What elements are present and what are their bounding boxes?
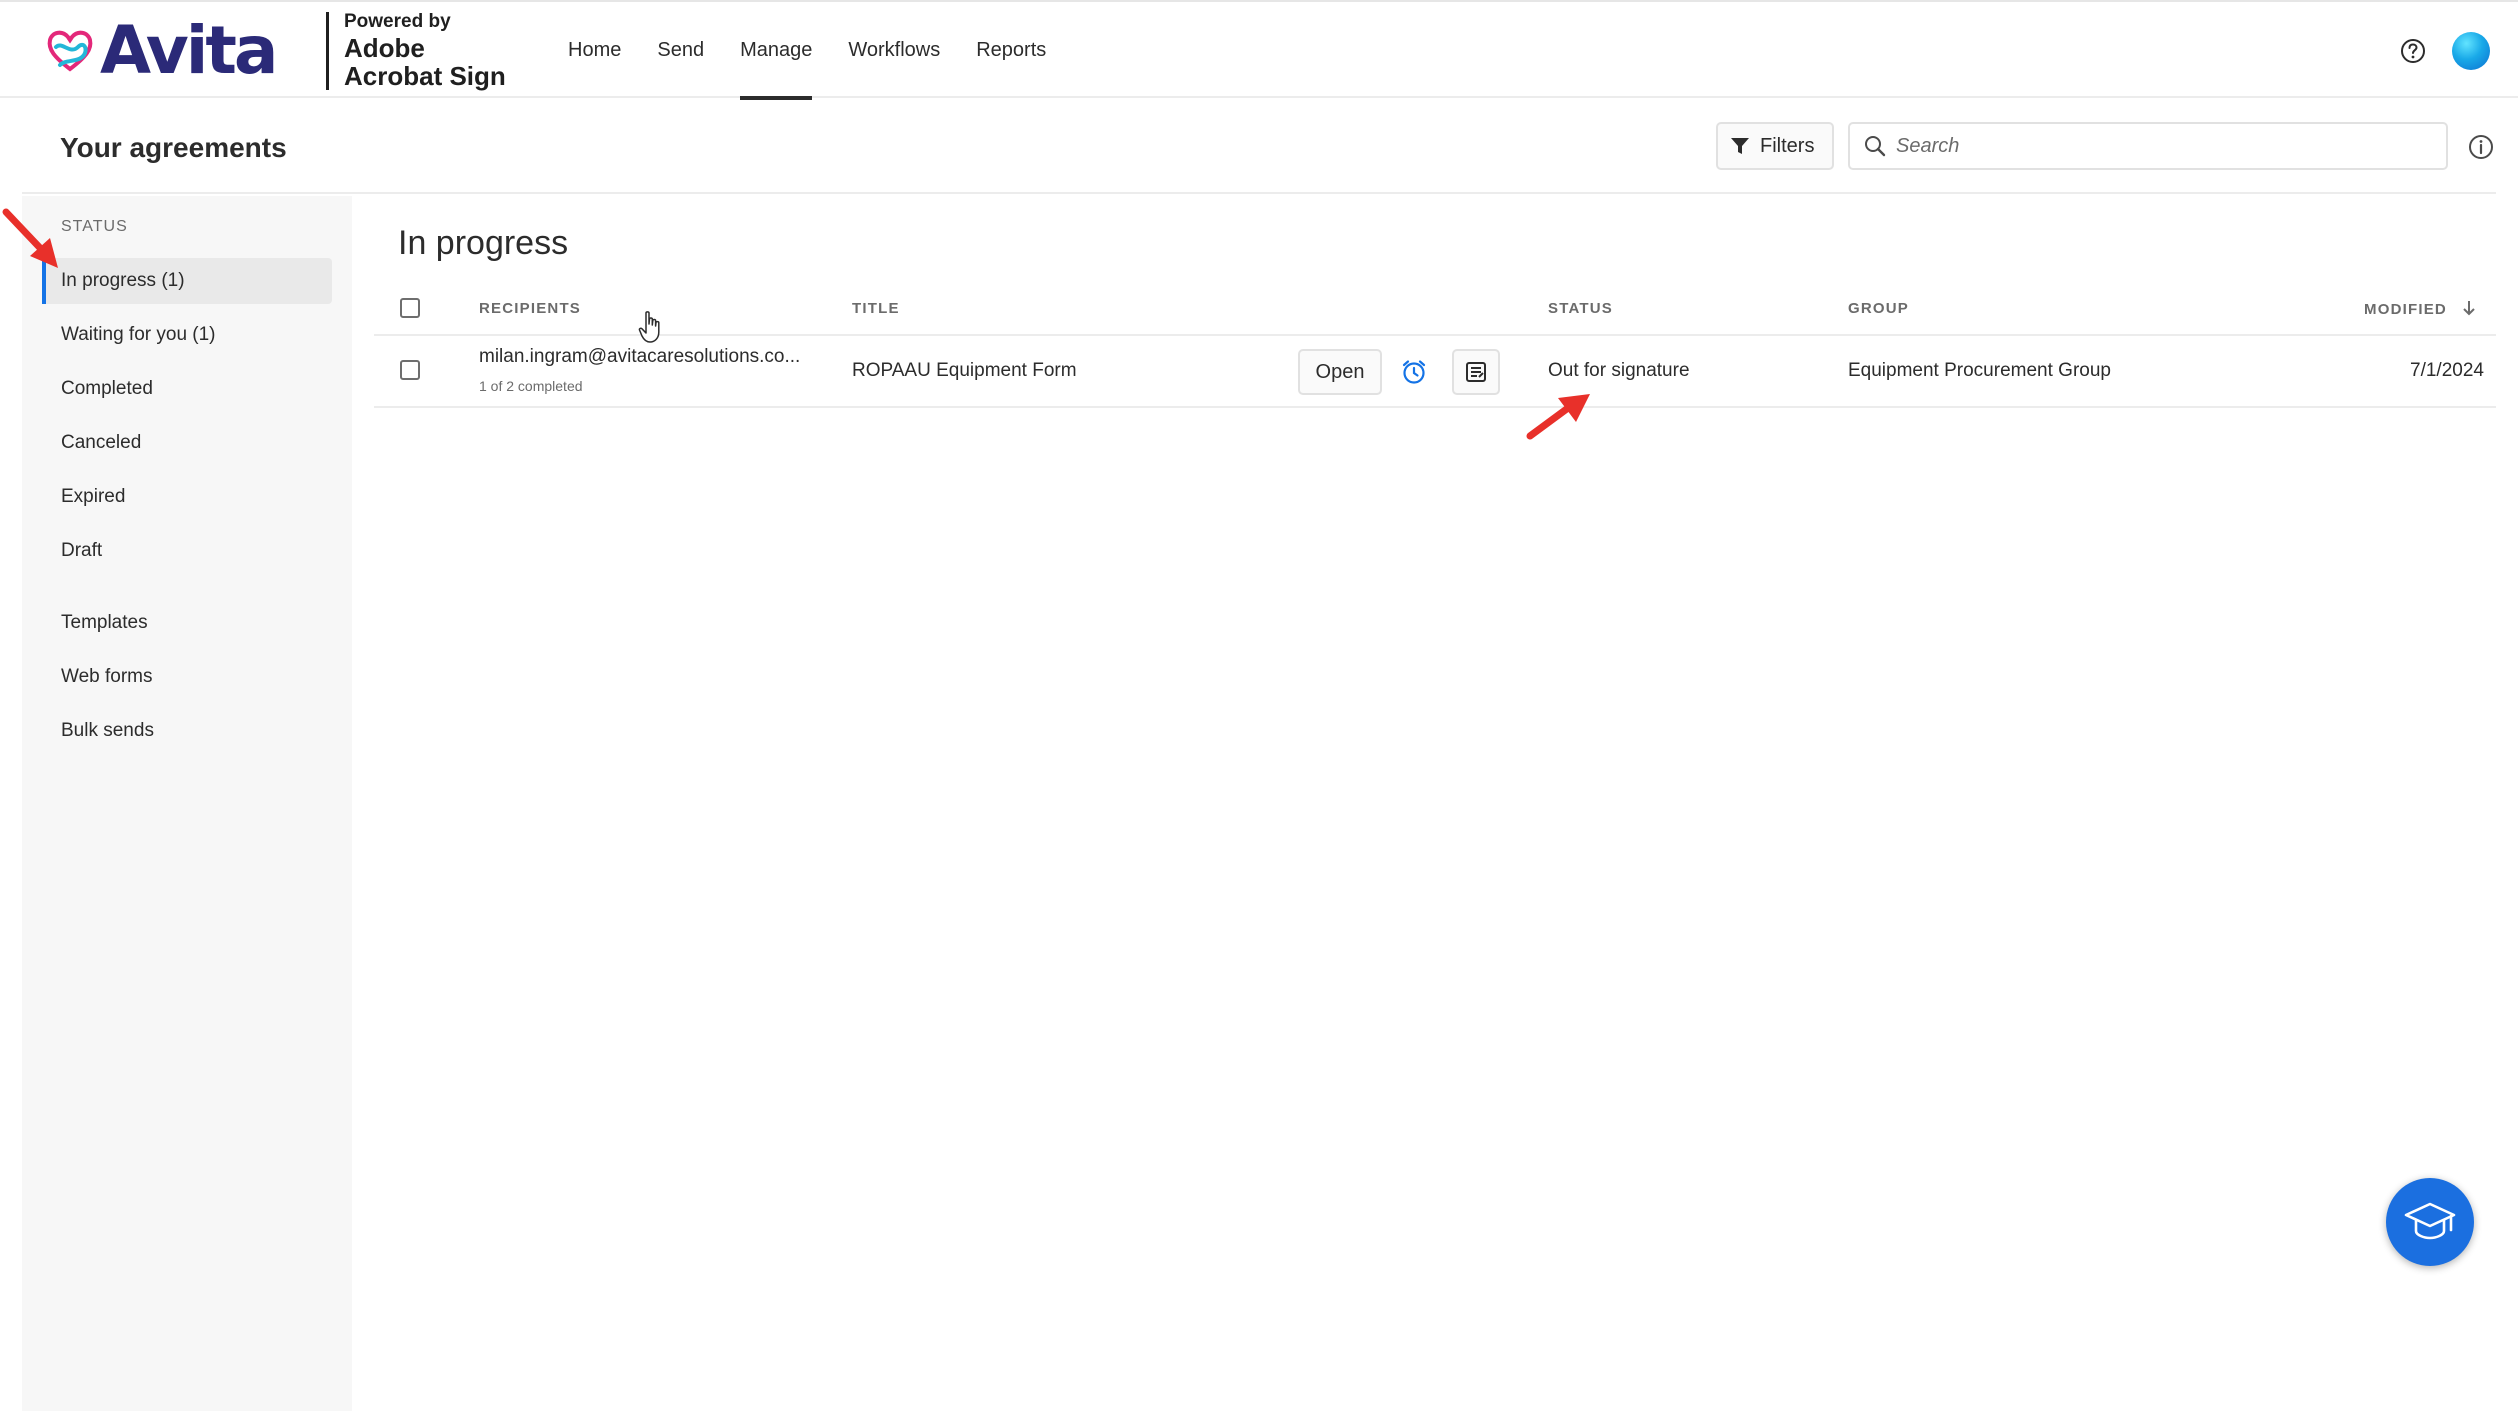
status-sidebar: STATUS In progress (1) Waiting for you (… [22,196,352,1411]
agreement-group: Equipment Procurement Group [1848,360,2111,381]
powered-line2: Adobe [344,33,425,63]
powered-line1: Powered by [344,11,451,32]
avita-logo[interactable]: Avita [44,12,278,89]
sidebar-item-templates[interactable]: Templates [42,600,332,646]
powered-line3: Acrobat Sign [344,61,506,91]
search-box[interactable] [1848,122,2448,170]
search-input[interactable] [1896,134,2436,158]
annotation-arrow-icon [2,208,58,268]
recipient-progress: 1 of 2 completed [479,378,583,394]
nav-manage[interactable]: Manage [740,2,813,100]
column-status[interactable]: STATUS [1548,300,1613,317]
column-title[interactable]: TITLE [852,300,900,317]
sort-down-icon [2463,301,2476,316]
main-nav: Home Send Manage Workflows Reports [568,2,1082,100]
top-bar: Avita Powered by Adobe Acrobat Sign Home… [0,0,2518,100]
info-icon[interactable] [2468,134,2494,160]
page-title: Your agreements [60,132,287,163]
nav-workflows[interactable]: Workflows [848,2,940,100]
column-modified[interactable]: MODIFIED [2364,300,2476,318]
sidebar-item-canceled[interactable]: Canceled [42,420,332,466]
activity-button[interactable] [1452,349,1500,395]
powered-by: Powered by Adobe Acrobat Sign [344,12,506,89]
agreement-status: Out for signature [1548,360,1690,381]
sidebar-item-completed[interactable]: Completed [42,366,332,412]
recipient-email: milan.ingram@avitacaresolutions.co... [479,346,801,367]
sidebar-item-waiting-for-you[interactable]: Waiting for you (1) [42,312,332,358]
nav-reports[interactable]: Reports [976,2,1046,100]
row-checkbox[interactable] [400,360,420,380]
avatar[interactable] [2452,32,2490,70]
logo-divider [326,12,329,90]
filters-button[interactable]: Filters [1716,122,1834,170]
help-icon[interactable] [2400,38,2426,64]
section-title: In progress [398,224,569,262]
column-recipients[interactable]: RECIPIENTS [479,300,581,317]
table-row[interactable]: milan.ingram@avitacaresolutions.co... 1 … [374,336,2496,408]
brand-name: Avita [100,12,278,89]
graduation-cap-icon [2404,1202,2456,1240]
sidebar-item-bulk-sends[interactable]: Bulk sends [42,708,332,754]
table-header: RECIPIENTS TITLE STATUS GROUP MODIFIED [374,282,2496,336]
sidebar-item-web-forms[interactable]: Web forms [42,654,332,700]
filters-label: Filters [1760,134,1815,157]
nav-home[interactable]: Home [568,2,621,100]
learning-button[interactable] [2386,1178,2474,1266]
sidebar-item-expired[interactable]: Expired [42,474,332,520]
agreement-title[interactable]: ROPAAU Equipment Form [852,360,1077,382]
search-icon [1865,136,1886,157]
column-modified-label: MODIFIED [2364,301,2447,318]
select-all-checkbox[interactable] [400,298,420,318]
sidebar-heading: STATUS [61,218,128,235]
heart-logo-icon [47,30,93,72]
open-button[interactable]: Open [1298,349,1382,395]
agreement-modified: 7/1/2024 [2410,360,2484,381]
column-group[interactable]: GROUP [1848,300,1909,317]
agreements-header: Your agreements Filters [22,98,2496,194]
sidebar-item-draft[interactable]: Draft [42,528,332,574]
filter-icon [1731,138,1749,154]
nav-send[interactable]: Send [657,2,704,100]
document-list-icon [1466,362,1486,382]
reminder-button[interactable] [1390,349,1438,395]
sidebar-item-in-progress[interactable]: In progress (1) [42,258,332,304]
hand-cursor-icon [638,311,660,343]
alarm-clock-icon [1402,360,1426,384]
annotation-arrow-icon [1526,394,1590,440]
agreements-table: RECIPIENTS TITLE STATUS GROUP MODIFIED m… [374,282,2496,408]
